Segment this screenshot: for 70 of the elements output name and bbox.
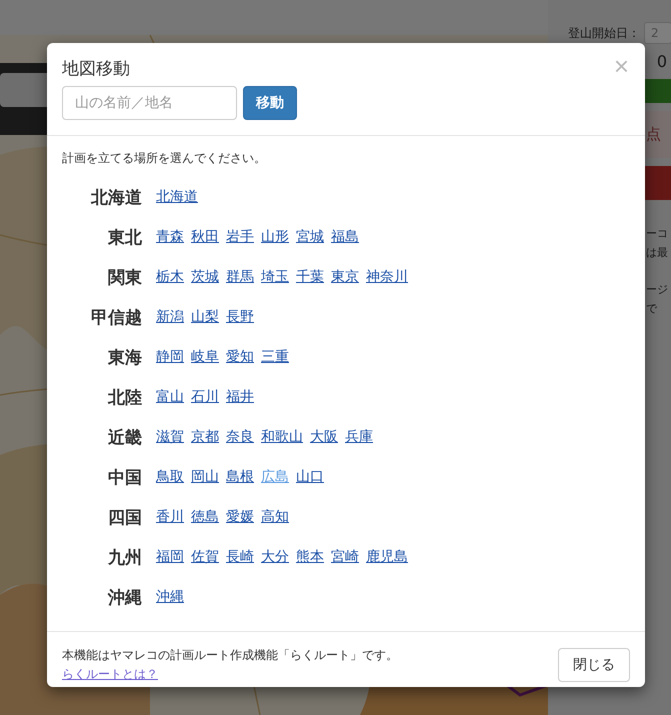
prefecture-link[interactable]: 長崎 — [226, 548, 254, 566]
prefecture-link[interactable]: 和歌山 — [261, 428, 303, 446]
region-label: 関東 — [107, 266, 142, 288]
prefecture-link[interactable]: 岩手 — [226, 228, 254, 246]
prefecture-link[interactable]: 宮崎 — [331, 548, 359, 566]
sidebar-text: は最 — [645, 245, 669, 260]
prefecture-link[interactable]: 埼玉 — [261, 268, 289, 286]
region-label: 甲信越 — [90, 306, 142, 328]
prefecture-link[interactable]: 香川 — [156, 508, 184, 526]
region-label: 九州 — [106, 546, 142, 568]
prefecture-link[interactable]: 石川 — [191, 388, 219, 406]
region-label: 北陸 — [106, 386, 142, 408]
prefecture-link[interactable]: 島根 — [226, 468, 254, 486]
sidebar-text: ージ — [645, 282, 669, 297]
prefecture-link[interactable]: 高知 — [261, 508, 289, 526]
prefecture-link[interactable]: 神奈川 — [366, 268, 408, 286]
prefecture-link[interactable]: 福島 — [331, 228, 359, 246]
prefecture-link[interactable]: 北海道 — [156, 188, 198, 206]
region-label: 沖縄 — [106, 586, 142, 608]
region-label: 四国 — [107, 506, 142, 528]
prefecture-link[interactable]: 愛知 — [226, 348, 254, 366]
prefecture-link[interactable]: 東京 — [331, 268, 359, 286]
prefecture-link[interactable]: 奈良 — [226, 428, 254, 446]
start-date-label: 登山開始日： — [568, 26, 640, 40]
prefecture-link[interactable]: 大阪 — [310, 428, 338, 446]
instruction-text: 計画を立てる場所を選んでください。 — [62, 150, 267, 167]
dialog-title: 地図移動 — [62, 58, 130, 80]
prefecture-link[interactable]: 鳥取 — [156, 468, 184, 486]
search-field[interactable]: 山の名前／地名 — [62, 86, 237, 120]
count-text: 0 — [656, 52, 667, 71]
region-label: 東北 — [106, 226, 142, 248]
prefecture-link[interactable]: 兵庫 — [345, 428, 373, 446]
prefecture-link[interactable]: 山梨 — [191, 308, 219, 326]
sidebar-text: ーコ — [645, 226, 669, 241]
prefecture-link[interactable]: 宮城 — [296, 228, 324, 246]
region-label: 北海道 — [90, 186, 142, 208]
prefecture-link[interactable]: 愛媛 — [226, 508, 254, 526]
prefecture-link[interactable]: 茨城 — [191, 268, 219, 286]
prefecture-link[interactable]: 徳島 — [191, 508, 219, 526]
prefecture-link[interactable]: 富山 — [156, 388, 184, 406]
region-label: 近畿 — [107, 426, 142, 448]
region-label: 中国 — [107, 466, 142, 488]
prefecture-link[interactable]: 岐阜 — [191, 348, 219, 366]
prefecture-link[interactable]: 三重 — [261, 348, 289, 366]
prefecture-link[interactable]: 青森 — [156, 228, 184, 246]
prefecture-link[interactable]: 京都 — [191, 428, 219, 446]
prefecture-link[interactable]: 福井 — [226, 388, 254, 406]
prefecture-link[interactable]: 大分 — [261, 548, 289, 566]
about-link[interactable]: らくルートとは？ — [62, 667, 158, 681]
prefecture-link[interactable]: 長野 — [226, 308, 254, 326]
prefecture-link[interactable]: 鹿児島 — [366, 548, 408, 566]
prefecture-link[interactable]: 福岡 — [156, 548, 184, 566]
prefecture-link[interactable]: 千葉 — [296, 268, 324, 286]
prefecture-link[interactable]: 山口 — [296, 468, 324, 486]
footer-text: 本機能はヤマレコの計画ルート作成機能「らくルート」です。 — [62, 647, 398, 664]
prefecture-link[interactable]: 秋田 — [191, 228, 219, 246]
sidebar-text: で — [645, 301, 658, 316]
prefecture-link[interactable]: 熊本 — [296, 548, 324, 566]
region-label: 東海 — [106, 346, 142, 368]
prefecture-link[interactable]: 新潟 — [156, 308, 184, 326]
prefecture-link[interactable]: 岡山 — [191, 468, 219, 486]
prefecture-link[interactable]: 栃木 — [156, 268, 184, 286]
prefecture-link[interactable]: 静岡 — [156, 348, 184, 366]
move-button[interactable]: 移動 — [243, 86, 297, 120]
prefecture-link[interactable]: 滋賀 — [156, 428, 184, 446]
prefecture-link[interactable]: 沖縄 — [156, 588, 184, 606]
prefecture-link[interactable]: 山形 — [261, 228, 289, 246]
prefecture-link[interactable]: 群馬 — [226, 268, 254, 286]
close-dialog-button[interactable]: 閉じる — [558, 648, 630, 682]
prefecture-link[interactable]: 佐賀 — [191, 548, 219, 566]
